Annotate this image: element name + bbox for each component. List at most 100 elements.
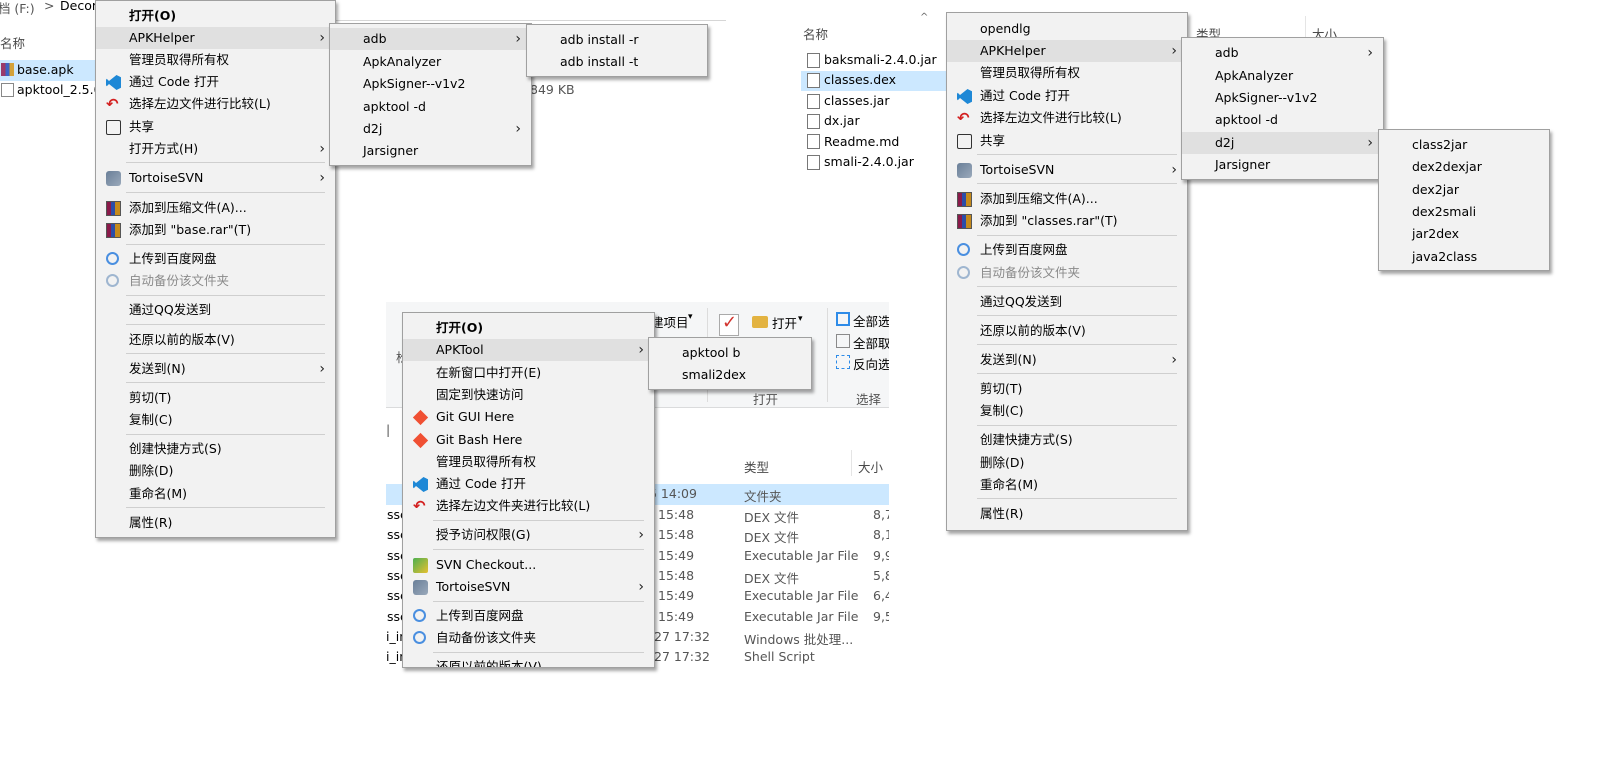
menu-item-share[interactable]: 共享 xyxy=(96,116,335,138)
menu-separator xyxy=(126,295,325,296)
menu-separator xyxy=(126,324,325,325)
menu-item-send-to[interactable]: 发送到(N) › xyxy=(96,358,335,380)
menu-item-apktool-b[interactable]: apktool b xyxy=(649,342,811,364)
file-name[interactable]: apktool_2.5.0. xyxy=(17,82,100,97)
menu-item-d2j[interactable]: d2j › xyxy=(1182,132,1383,154)
ribbon-invert-selection[interactable]: 反向选 xyxy=(853,354,889,373)
menu-item-adb-install-t[interactable]: adb install -t xyxy=(527,51,707,73)
menu-item-git-bash[interactable]: Git Bash Here xyxy=(403,429,654,451)
file-name[interactable]: baksmali-2.4.0.jar xyxy=(824,52,937,67)
menu-item-auto-backup[interactable]: 自动备份该文件夹 xyxy=(96,270,335,292)
menu-item-jarsigner[interactable]: Jarsigner xyxy=(1182,154,1383,176)
menu-item-send-qq[interactable]: 通过QQ发送到 xyxy=(947,291,1187,313)
menu-item-adb[interactable]: adb › xyxy=(330,28,531,50)
menu-item-delete[interactable]: 删除(D) xyxy=(947,452,1187,474)
menu-item-open[interactable]: 打开(O) xyxy=(403,317,654,339)
menu-item-tortoisesvn[interactable]: TortoiseSVN › xyxy=(96,167,335,189)
menu-item-add-to-rar[interactable]: 添加到 "classes.rar"(T) xyxy=(947,210,1187,232)
menu-item-opendlg[interactable]: opendlg xyxy=(947,18,1187,40)
ribbon-open-button[interactable]: 打开 xyxy=(772,313,797,332)
menu-item-create-shortcut[interactable]: 创建快捷方式(S) xyxy=(947,429,1187,451)
menu-item-open-with[interactable]: 打开方式(H) › xyxy=(96,138,335,160)
menu-item-dex2smali[interactable]: dex2smali xyxy=(1379,201,1549,223)
menu-item-open-with-code[interactable]: 通过 Code 打开 xyxy=(947,85,1187,107)
menu-item-apksigner[interactable]: ApkSigner--v1v2 xyxy=(1182,87,1383,109)
file-name[interactable]: classes.dex xyxy=(824,72,896,87)
menu-item-compare-left-folder[interactable]: ↶ 选择左边文件夹进行比较(L) xyxy=(403,495,654,517)
menu-item-dex2jar[interactable]: dex2jar xyxy=(1379,179,1549,201)
menu-item-apkanalyzer[interactable]: ApkAnalyzer xyxy=(1182,65,1383,87)
menu-item-properties[interactable]: 属性(R) xyxy=(947,503,1187,525)
menu-item-apkhelper[interactable]: APKHelper › xyxy=(96,27,335,49)
breadcrumb-folder[interactable]: Decom xyxy=(60,0,100,13)
menu-item-java2class[interactable]: java2class xyxy=(1379,246,1549,268)
menu-item-baidu-upload[interactable]: 上传到百度网盘 xyxy=(96,248,335,270)
menu-item-apksigner[interactable]: ApkSigner--v1v2 xyxy=(330,73,531,95)
menu-item-add-to-archive[interactable]: 添加到压缩文件(A)... xyxy=(947,188,1187,210)
column-header-type[interactable]: 类型 xyxy=(744,457,769,476)
file-name[interactable]: dx.jar xyxy=(824,113,860,128)
menu-item-apktool[interactable]: APKTool › xyxy=(403,339,654,361)
menu-item-restore-versions[interactable]: 还原以前的版本(V) xyxy=(403,656,654,667)
file-name[interactable]: base.apk xyxy=(17,62,74,77)
menu-item-tortoisesvn[interactable]: TortoiseSVN › xyxy=(947,159,1187,181)
menu-item-open-with-code[interactable]: 通过 Code 打开 xyxy=(96,71,335,93)
menu-item-d2j[interactable]: d2j › xyxy=(330,118,531,140)
menu-item-open-new-window[interactable]: 在新窗口中打开(E) xyxy=(403,362,654,384)
menu-item-take-ownership[interactable]: 管理员取得所有权 xyxy=(96,49,335,71)
menu-item-apkhelper[interactable]: APKHelper › xyxy=(947,40,1187,62)
menu-item-auto-backup[interactable]: 自动备份该文件夹 xyxy=(403,627,654,649)
menu-item-rename[interactable]: 重命名(M) xyxy=(96,483,335,505)
menu-item-delete[interactable]: 删除(D) xyxy=(96,460,335,482)
menu-item-compare-left[interactable]: ↶ 选择左边文件进行比较(L) xyxy=(947,107,1187,129)
menu-item-take-ownership[interactable]: 管理员取得所有权 xyxy=(403,451,654,473)
menu-item-cut[interactable]: 剪切(T) xyxy=(96,387,335,409)
column-header-name[interactable]: 名称 xyxy=(0,33,25,52)
menu-item-baidu-upload[interactable]: 上传到百度网盘 xyxy=(403,605,654,627)
menu-item-restore-versions[interactable]: 还原以前的版本(V) xyxy=(96,329,335,351)
file-name[interactable]: Readme.md xyxy=(824,134,899,149)
menu-item-create-shortcut[interactable]: 创建快捷方式(S) xyxy=(96,438,335,460)
menu-item-share[interactable]: 共享 xyxy=(947,130,1187,152)
file-name[interactable]: smali-2.4.0.jar xyxy=(824,154,914,169)
menu-item-open[interactable]: 打开(O) xyxy=(96,5,335,27)
menu-item-label: SVN Checkout... xyxy=(436,557,537,572)
menu-item-copy[interactable]: 复制(C) xyxy=(96,409,335,431)
menu-item-apkanalyzer[interactable]: ApkAnalyzer xyxy=(330,51,531,73)
menu-item-jar2dex[interactable]: jar2dex xyxy=(1379,223,1549,245)
menu-item-class2jar[interactable]: class2jar xyxy=(1379,134,1549,156)
menu-item-auto-backup[interactable]: 自动备份该文件夹 xyxy=(947,262,1187,284)
menu-item-apktool-d[interactable]: apktool -d xyxy=(330,96,531,118)
menu-item-copy[interactable]: 复制(C) xyxy=(947,400,1187,422)
menu-item-compare-left[interactable]: ↶ 选择左边文件进行比较(L) xyxy=(96,93,335,115)
ribbon-select-none[interactable]: 全部取 xyxy=(853,333,889,352)
menu-item-cut[interactable]: 剪切(T) xyxy=(947,378,1187,400)
file-name[interactable]: classes.jar xyxy=(824,93,889,108)
menu-item-pin-quick-access[interactable]: 固定到快速访问 xyxy=(403,384,654,406)
ribbon-new-item[interactable]: 建项目 xyxy=(651,312,689,331)
menu-item-smali2dex[interactable]: smali2dex xyxy=(649,364,811,386)
menu-item-svn-checkout[interactable]: SVN Checkout... xyxy=(403,554,654,576)
menu-item-send-qq[interactable]: 通过QQ发送到 xyxy=(96,299,335,321)
column-header-size[interactable]: 大小 xyxy=(858,457,883,476)
menu-item-jarsigner[interactable]: Jarsigner xyxy=(330,140,531,162)
menu-item-take-ownership[interactable]: 管理员取得所有权 xyxy=(947,62,1187,84)
menu-item-baidu-upload[interactable]: 上传到百度网盘 xyxy=(947,239,1187,261)
menu-item-grant-access[interactable]: 授予访问权限(G) › xyxy=(403,524,654,546)
menu-item-adb-install-r[interactable]: adb install -r xyxy=(527,29,707,51)
menu-item-open-with-code[interactable]: 通过 Code 打开 xyxy=(403,473,654,495)
ribbon-select-all[interactable]: 全部选 xyxy=(853,311,889,330)
menu-item-git-gui[interactable]: Git GUI Here xyxy=(403,406,654,428)
menu-item-add-to-rar[interactable]: 添加到 "base.rar"(T) xyxy=(96,219,335,241)
menu-item-rename[interactable]: 重命名(M) xyxy=(947,474,1187,496)
menu-item-dex2dexjar[interactable]: dex2dexjar xyxy=(1379,156,1549,178)
menu-item-restore-versions[interactable]: 还原以前的版本(V) xyxy=(947,320,1187,342)
menu-item-adb[interactable]: adb › xyxy=(1182,42,1383,64)
menu-item-tortoisesvn[interactable]: TortoiseSVN › xyxy=(403,576,654,598)
menu-item-add-to-archive[interactable]: 添加到压缩文件(A)... xyxy=(96,197,335,219)
menu-item-properties[interactable]: 属性(R) xyxy=(96,512,335,534)
menu-item-apktool-d[interactable]: apktool -d xyxy=(1182,109,1383,131)
breadcrumb-drive[interactable]: ...档 (F:) xyxy=(0,0,35,17)
column-header-name[interactable]: 名称 xyxy=(803,24,828,43)
menu-item-send-to[interactable]: 发送到(N) › xyxy=(947,349,1187,371)
